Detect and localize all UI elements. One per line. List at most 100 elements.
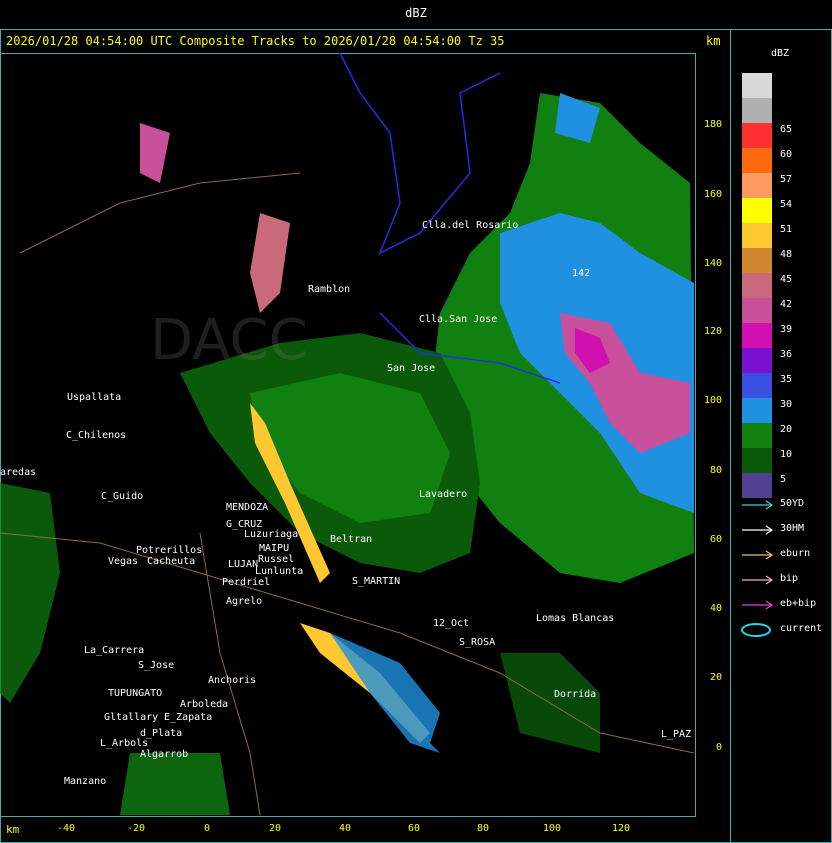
place-label: d_Plata: [140, 728, 183, 739]
legend-swatch: [742, 123, 772, 148]
legend-value: 65: [780, 124, 793, 135]
place-label: Clla.del Rosario: [422, 220, 519, 231]
y-tick: 0: [715, 742, 722, 753]
x-tick: 100: [542, 823, 562, 834]
y-tick: 40: [709, 603, 722, 614]
place-label: 142: [572, 268, 591, 279]
place-label: Potrerillos: [136, 545, 203, 556]
y-tick: 140: [703, 258, 722, 269]
legend-value: 57: [780, 174, 793, 185]
place-label: Algarrob: [140, 749, 189, 760]
top-title: dBZ: [405, 6, 427, 20]
legend-swatch: [742, 273, 772, 298]
legend-swatch: [742, 173, 772, 198]
legend-value: 35: [780, 374, 793, 385]
track-arrow-icon: [742, 575, 774, 585]
track-arrow-icon: [742, 525, 774, 535]
legend-value: 54: [780, 199, 793, 210]
track-label: eburn: [780, 548, 811, 559]
place-label: Beltran: [330, 534, 373, 545]
place-label: C_Guido: [101, 491, 144, 502]
x-tick: 40: [338, 823, 352, 834]
place-label: Anchoris: [208, 675, 257, 686]
watermark: DACC: [150, 308, 308, 373]
place-label: MAIPU: [259, 543, 290, 554]
header-title: 2026/01/28 04:54:00 UTC Composite Tracks…: [6, 34, 505, 48]
y-tick: 20: [709, 672, 722, 683]
road-lines-2: [19, 172, 301, 254]
y-tick: 80: [709, 465, 722, 476]
place-label: Lomas Blancas: [536, 613, 615, 624]
place-label: Luzuriaga: [244, 529, 299, 540]
legend-swatch: [742, 198, 772, 223]
legend-swatch: [742, 148, 772, 173]
legend-swatch: [742, 323, 772, 348]
place-label: LUJAN: [228, 559, 259, 570]
place-label: La_Carrera: [84, 645, 145, 656]
track-arrow-icon: [742, 500, 774, 510]
legend-value: 48: [780, 249, 793, 260]
track-label: 30HM: [780, 523, 805, 534]
y-tick: 100: [703, 395, 722, 406]
y-tick: 120: [703, 326, 722, 337]
track-label: eb+bip: [780, 598, 817, 609]
place-label: Lunlunta: [255, 566, 304, 577]
radar-map[interactable]: Clla.del Rosario Ramblon Clla.San Jose S…: [0, 53, 694, 815]
y-tick: 60: [709, 534, 722, 545]
place-label: Agrelo: [226, 596, 263, 607]
y-tick: 160: [703, 189, 722, 200]
legend-swatch: [742, 398, 772, 423]
x-tick: 80: [476, 823, 490, 834]
place-label: San Jose: [387, 363, 436, 374]
place-label: Arboleda: [180, 699, 229, 710]
place-label: S_MARTIN: [352, 576, 401, 587]
legend-title: dBZ: [771, 48, 790, 59]
place-label: Cacheuta: [147, 556, 196, 567]
place-label: Gltallary: [104, 712, 159, 723]
place-label: Manzano: [64, 776, 107, 787]
legend-swatch: [742, 448, 772, 473]
current-ellipse-icon: [741, 623, 771, 637]
place-label: Clla.San Jose: [419, 314, 498, 325]
x-tick: 120: [611, 823, 631, 834]
place-label: Ramblon: [308, 284, 351, 295]
track-label: current: [780, 623, 823, 634]
x-tick: 60: [407, 823, 421, 834]
place-label: Russel: [258, 554, 295, 565]
legend-value: 45: [780, 274, 793, 285]
place-label: C_Chilenos: [66, 430, 127, 441]
place-label: Lavadero: [419, 489, 468, 500]
place-label: S_ROSA: [459, 637, 496, 648]
x-axis-unit: km: [6, 823, 20, 836]
place-label: 12_Oct: [433, 618, 470, 629]
legend-swatch: [742, 248, 772, 273]
legend-swatch: [742, 298, 772, 323]
x-tick: -20: [126, 823, 146, 834]
legend-value: 51: [780, 224, 793, 235]
legend-value: 60: [780, 149, 793, 160]
track-arrow-icon: [742, 550, 774, 560]
place-label: MENDOZA: [226, 502, 269, 513]
legend-swatch: [742, 223, 772, 248]
legend-value: 20: [780, 424, 793, 435]
x-tick: 0: [203, 823, 211, 834]
legend-value: 5: [780, 474, 787, 485]
legend-value: 30: [780, 399, 793, 410]
legend-swatch: [742, 373, 772, 398]
track-arrow-icon: [742, 600, 774, 610]
x-tick: 20: [268, 823, 282, 834]
legend-value: 42: [780, 299, 793, 310]
track-label: 50YD: [780, 498, 805, 509]
place-label: L_PAZ: [661, 729, 692, 740]
legend-value: 80: [780, 74, 793, 85]
legend-value: 70: [780, 99, 793, 110]
track-label: bip: [780, 573, 799, 584]
legend-swatch: [742, 348, 772, 373]
y-tick: 180: [703, 119, 722, 130]
x-tick: -40: [56, 823, 76, 834]
legend-value: 36: [780, 349, 793, 360]
place-label: Vegas: [108, 556, 139, 567]
place-label: Dorrida: [554, 689, 597, 700]
legend-value: 39: [780, 324, 793, 335]
place-label: E_Zapata: [164, 712, 213, 723]
